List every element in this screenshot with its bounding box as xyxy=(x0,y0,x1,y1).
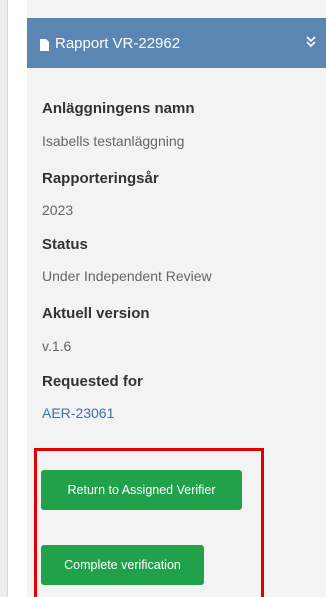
field-label-facility-name: Anläggningens namn xyxy=(42,100,195,117)
return-to-assigned-verifier-button[interactable]: Return to Assigned Verifier xyxy=(41,470,242,510)
field-value-facility-name: Isabells testanläggning xyxy=(42,133,185,149)
complete-verification-button[interactable]: Complete verification xyxy=(41,545,204,585)
report-title: Rapport VR-22962 xyxy=(55,34,181,52)
requested-for-link[interactable]: AER-23061 xyxy=(42,405,114,421)
left-gutter xyxy=(0,0,8,597)
field-value-current-version: v.1.6 xyxy=(42,338,72,354)
field-value-reporting-year: 2023 xyxy=(42,202,74,218)
field-label-requested-for: Requested for xyxy=(42,373,143,390)
field-label-status: Status xyxy=(42,236,88,253)
panel-header[interactable]: Rapport VR-22962 xyxy=(27,18,326,68)
field-label-reporting-year: Rapporteringsår xyxy=(42,170,159,187)
document-icon xyxy=(40,38,49,51)
page: Rapport VR-22962 Anläggningens namn Isab… xyxy=(0,0,326,597)
field-label-current-version: Aktuell version xyxy=(42,305,150,322)
field-value-status: Under Independent Review xyxy=(42,268,212,284)
double-chevron-down-icon[interactable] xyxy=(306,35,316,48)
